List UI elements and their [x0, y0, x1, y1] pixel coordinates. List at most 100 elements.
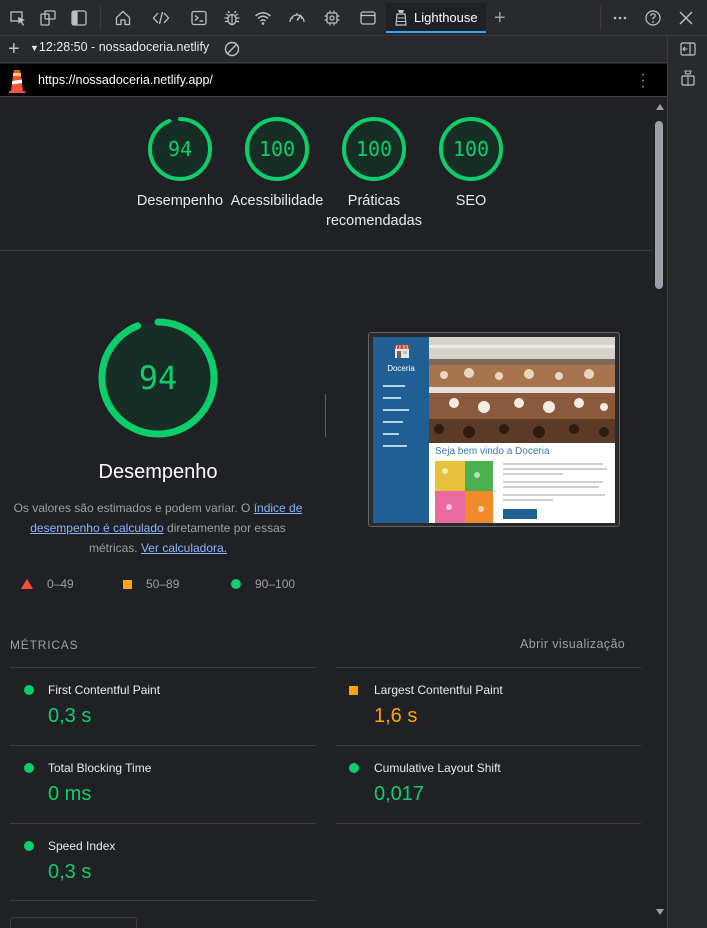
- metric-divider: [10, 823, 316, 824]
- pass-circle-icon: [24, 841, 34, 851]
- gauge-performance-score: 94: [167, 137, 193, 161]
- metric-lcp-title: Largest Contentful Paint: [374, 683, 503, 697]
- performance-desc-text-1: Os valores são estimados e podem variar.…: [13, 501, 254, 515]
- metric-si-value: 0,3 s: [48, 861, 92, 883]
- average-square-icon: [349, 686, 358, 695]
- report-scrollbar[interactable]: [652, 97, 667, 928]
- performance-score-large: 94: [138, 359, 178, 397]
- view-calculator-link[interactable]: Ver calculadora.: [141, 541, 227, 555]
- console-icon[interactable]: [189, 8, 209, 28]
- lighthouse-icon: [395, 10, 407, 26]
- section-divider: [0, 250, 652, 251]
- screenshot-sidebar: Doceria: [373, 337, 429, 523]
- inspect-icon[interactable]: [8, 8, 28, 28]
- metric-divider: [336, 745, 641, 746]
- view-treemap-button[interactable]: [10, 917, 137, 928]
- metric-divider: [336, 823, 641, 824]
- gauge-best-practices-score: 100: [355, 137, 393, 161]
- lighthouse-logo-icon: [9, 70, 25, 93]
- gauge-seo-label: SEO: [455, 193, 487, 209]
- performance-gauge-icon[interactable]: [287, 8, 307, 28]
- scroll-down-arrow-icon[interactable]: [656, 909, 664, 915]
- screenshot-cta-button: [503, 509, 537, 519]
- screenshot-page: Doceria Seja bem vindo a Doceria: [373, 337, 615, 523]
- more-options-icon[interactable]: [610, 8, 630, 28]
- clear-reports-icon[interactable]: [223, 40, 241, 58]
- tab-lighthouse[interactable]: Lighthouse: [386, 3, 486, 33]
- metrics-header: MÉTRICAS: [10, 638, 79, 652]
- metric-divider: [10, 900, 316, 901]
- metric-si-title: Speed Index: [48, 839, 116, 853]
- gauge-best-practices[interactable]: 100: [341, 116, 407, 182]
- fail-triangle-icon: [21, 579, 33, 589]
- toggle-drawer-icon[interactable]: [679, 69, 697, 87]
- gauge-accessibility-label: Acessibilidade: [230, 193, 324, 209]
- metric-tbt-title: Total Blocking Time: [48, 761, 152, 775]
- lighthouse-report: 94 Desempenho 100 Acessibilidade 100 Prá…: [0, 97, 652, 928]
- report-dropdown[interactable]: ▼12:28:50 - nossadoceria.netlify: [30, 40, 210, 59]
- dock-sidebar-icon[interactable]: [69, 8, 89, 28]
- gauge-performance-large: 94: [96, 316, 220, 440]
- report-dropdown-label: 12:28:50 - nossadoceria.netlify: [38, 40, 210, 54]
- final-screenshot[interactable]: Doceria Seja bem vindo a Doceria: [368, 332, 620, 527]
- gauge-performance[interactable]: 94: [147, 116, 213, 182]
- report-selector-bar: + ▼12:28:50 - nossadoceria.netlify: [0, 36, 667, 63]
- scroll-up-arrow-icon[interactable]: [656, 104, 664, 110]
- pass-circle-icon: [24, 685, 34, 695]
- pass-circle-icon: [349, 763, 359, 773]
- application-window-icon[interactable]: [358, 8, 378, 28]
- right-side-panel: [667, 36, 707, 928]
- metric-cls-value: 0,017: [374, 783, 425, 805]
- tab-lighthouse-label: Lighthouse: [414, 9, 478, 25]
- legend-pass: 90–100: [231, 576, 295, 592]
- device-toolbar-icon[interactable]: [38, 8, 58, 28]
- metric-fcp-value: 0,3 s: [48, 705, 92, 727]
- dock-to-side-icon[interactable]: [679, 40, 697, 58]
- gauge-best-practices-label-line2: recomendadas: [326, 213, 422, 229]
- help-icon[interactable]: [643, 8, 663, 28]
- dropdown-triangle-icon: ▼: [30, 43, 39, 53]
- average-square-icon: [123, 579, 132, 589]
- legend-fail-range: 0–49: [47, 577, 74, 591]
- metric-lcp-value: 1,6 s: [374, 705, 418, 727]
- report-menu-kebab-icon[interactable]: · · ·: [638, 67, 648, 95]
- report-url-bar: https://nossadoceria.netlify.app/ · · ·: [0, 64, 667, 97]
- screenshot-brand: Doceria: [387, 364, 415, 373]
- pass-circle-icon: [231, 579, 241, 589]
- metric-tbt-value: 0 ms: [48, 783, 92, 805]
- gauge-seo[interactable]: 100: [438, 116, 504, 182]
- gauge-best-practices-label: Práticas recomendadas: [314, 191, 434, 231]
- metric-cls-title: Cumulative Layout Shift: [374, 761, 501, 775]
- gauge-accessibility[interactable]: 100: [244, 116, 310, 182]
- legend-average-range: 50–89: [146, 577, 180, 591]
- devtools-toolbar: Lighthouse +: [0, 0, 707, 36]
- legend-average: 50–89: [123, 576, 179, 592]
- metric-divider: [10, 667, 316, 668]
- gauge-accessibility-score: 100: [258, 137, 296, 161]
- metrics-expand-toggle[interactable]: Abrir visualização: [520, 637, 625, 651]
- gauge-performance-label: Desempenho: [136, 193, 224, 209]
- more-tabs-plus-icon[interactable]: +: [494, 8, 506, 28]
- screenshot-candy-image: [435, 461, 493, 523]
- home-icon[interactable]: [113, 8, 133, 28]
- performance-description: Os valores são estimados e podem variar.…: [8, 498, 308, 558]
- pass-circle-icon: [24, 763, 34, 773]
- report-url[interactable]: https://nossadoceria.netlify.app/: [38, 73, 213, 87]
- gauge-best-practices-label-line1: Práticas: [347, 193, 401, 209]
- scroll-thumb[interactable]: [655, 121, 663, 289]
- metric-divider: [336, 667, 641, 668]
- screenshot-welcome: Seja bem vindo a Doceria: [435, 446, 550, 457]
- legend-pass-range: 90–100: [255, 577, 296, 591]
- new-report-plus-icon[interactable]: +: [8, 39, 20, 59]
- performance-title: Desempenho: [98, 461, 218, 483]
- elements-icon[interactable]: [151, 8, 171, 28]
- store-icon: [394, 345, 410, 358]
- screenshot-hero-image: [429, 337, 615, 443]
- vertical-separator: [325, 394, 326, 437]
- sources-bug-icon[interactable]: [222, 8, 242, 28]
- network-wifi-icon[interactable]: [253, 8, 273, 28]
- close-icon[interactable]: [676, 8, 696, 28]
- memory-chip-icon[interactable]: [322, 8, 342, 28]
- metric-fcp-title: First Contentful Paint: [48, 683, 161, 697]
- metric-divider: [10, 745, 316, 746]
